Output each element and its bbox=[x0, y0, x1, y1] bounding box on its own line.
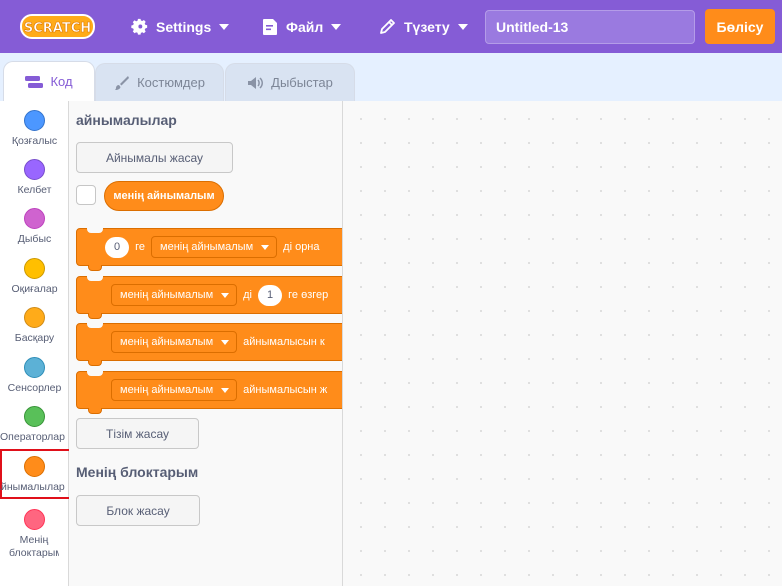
category-sensing[interactable]: Сенсорлер bbox=[0, 350, 69, 399]
file-label: Файл bbox=[286, 18, 324, 35]
variable-dropdown[interactable]: менің айнымалым bbox=[151, 236, 278, 258]
block-text: айнымалысын ж bbox=[243, 384, 328, 396]
gear-icon bbox=[131, 18, 148, 35]
make-block-button[interactable]: Блок жасау bbox=[76, 495, 200, 526]
block-bump bbox=[88, 265, 102, 271]
tab-costumes-label: Костюмдер bbox=[137, 75, 205, 90]
block-notch bbox=[87, 276, 103, 281]
settings-label: Settings bbox=[156, 18, 212, 35]
block-text: ді bbox=[243, 289, 253, 301]
block-bump bbox=[88, 360, 102, 366]
block-text: ді орна bbox=[283, 241, 320, 253]
hide-variable-block[interactable]: менің айнымалым айнымалысын ж bbox=[76, 371, 342, 414]
category-label: Айнымалылар bbox=[0, 481, 65, 493]
dropdown-label: менің айнымалым bbox=[120, 289, 214, 301]
dropdown-label: менің айнымалым bbox=[160, 241, 254, 253]
tab-code[interactable]: Код bbox=[3, 61, 95, 101]
block-text: айнымалысын к bbox=[243, 336, 325, 348]
make-list-button[interactable]: Тізім жасау bbox=[76, 418, 199, 449]
chevron-down-icon bbox=[221, 339, 230, 345]
my-blocks-heading: Менің блоктарым bbox=[76, 464, 199, 480]
category-my-blocks[interactable]: Менің блоктарым bbox=[0, 502, 69, 562]
menu-bar: SCRATCH Settings Файл Түзету Untitled-13… bbox=[0, 0, 782, 53]
variable-dropdown[interactable]: менің айнымалым bbox=[111, 284, 238, 306]
category-label: Операторлар bbox=[0, 431, 65, 443]
logo-text: SCRATCH bbox=[24, 21, 91, 36]
category-control[interactable]: Басқару bbox=[0, 300, 69, 349]
category-dot-icon bbox=[24, 208, 45, 229]
category-dot-icon bbox=[24, 159, 45, 180]
code-workspace[interactable] bbox=[343, 101, 782, 586]
make-variable-button[interactable]: Айнымалы жасау bbox=[76, 142, 233, 173]
show-variable-block[interactable]: менің айнымалым айнымалысын к bbox=[76, 323, 342, 366]
category-label: Менің блоктарым bbox=[9, 534, 59, 559]
variable-dropdown[interactable]: менің айнымалым bbox=[111, 331, 238, 353]
category-dot-icon bbox=[24, 357, 45, 378]
scratch-logo[interactable]: SCRATCH bbox=[20, 13, 95, 40]
category-dot-icon bbox=[24, 509, 45, 530]
variables-heading: айнымалылар bbox=[76, 112, 177, 128]
block-bump bbox=[88, 313, 102, 319]
category-dot-icon bbox=[24, 307, 45, 328]
speaker-icon bbox=[248, 76, 264, 89]
settings-menu[interactable]: Settings bbox=[131, 0, 230, 53]
variable-dropdown[interactable]: менің айнымалым bbox=[111, 379, 238, 401]
block-text: ге өзгер bbox=[288, 289, 329, 301]
category-dot-icon bbox=[24, 456, 45, 477]
code-blocks-icon bbox=[25, 75, 44, 88]
chevron-down-icon bbox=[221, 292, 230, 298]
dropdown-label: менің айнымалым bbox=[120, 384, 214, 396]
chevron-down-icon bbox=[221, 387, 230, 393]
category-label: Қозғалыс bbox=[11, 135, 58, 147]
pencil-icon bbox=[380, 19, 395, 34]
category-label: Сенсорлер bbox=[7, 382, 62, 394]
variable-monitor-checkbox[interactable] bbox=[76, 185, 96, 205]
paintbrush-icon bbox=[115, 75, 130, 90]
share-button[interactable]: Бөлісу bbox=[705, 9, 775, 44]
tab-costumes[interactable]: Костюмдер bbox=[95, 63, 224, 101]
edit-menu[interactable]: Түзету bbox=[379, 0, 468, 53]
change-variable-block[interactable]: менің айнымалым ді 1 ге өзгер bbox=[76, 276, 342, 319]
category-label: Дыбыс bbox=[17, 233, 52, 245]
project-title-input[interactable]: Untitled-13 bbox=[485, 10, 695, 44]
value-input[interactable]: 0 bbox=[105, 236, 130, 258]
file-menu[interactable]: Файл bbox=[262, 0, 342, 53]
editor-tabs: Код Костюмдер Дыбыстар bbox=[0, 53, 782, 101]
category-motion[interactable]: Қозғалыс bbox=[0, 103, 69, 152]
category-label: Оқиғалар bbox=[11, 283, 58, 295]
tab-code-label: Код bbox=[50, 74, 73, 89]
block-palette: айнымалылар Айнымалы жасау менің айнымал… bbox=[69, 101, 343, 586]
category-label: Басқару bbox=[14, 332, 55, 344]
chevron-down-icon bbox=[219, 23, 230, 30]
block-bump bbox=[88, 408, 102, 414]
set-variable-block[interactable]: 0 ге менің айнымалым ді орна bbox=[76, 228, 342, 271]
tab-sounds-label: Дыбыстар bbox=[271, 75, 333, 90]
dropdown-label: менің айнымалым bbox=[120, 336, 214, 348]
edit-label: Түзету bbox=[404, 18, 450, 35]
chevron-down-icon bbox=[457, 23, 468, 30]
category-operators[interactable]: Операторлар bbox=[0, 399, 69, 448]
block-notch bbox=[87, 323, 103, 328]
chevron-down-icon bbox=[261, 244, 270, 250]
category-variables[interactable]: Айнымалылар bbox=[0, 449, 72, 499]
category-dot-icon bbox=[24, 258, 45, 279]
file-icon bbox=[263, 18, 277, 35]
variable-reporter-block[interactable]: менің айнымалым bbox=[104, 181, 224, 211]
tab-sounds[interactable]: Дыбыстар bbox=[225, 63, 355, 101]
category-dot-icon bbox=[24, 406, 45, 427]
category-sound[interactable]: Дыбыс bbox=[0, 201, 69, 250]
category-events[interactable]: Оқиғалар bbox=[0, 251, 69, 300]
category-menu: Қозғалыс Келбет Дыбыс Оқиғалар Басқару С… bbox=[0, 101, 72, 586]
category-label: Келбет bbox=[17, 184, 52, 196]
value-input[interactable]: 1 bbox=[258, 284, 283, 306]
category-looks[interactable]: Келбет bbox=[0, 152, 69, 201]
chevron-down-icon bbox=[331, 23, 342, 30]
block-notch bbox=[87, 228, 103, 233]
block-text: ге bbox=[135, 241, 146, 253]
category-dot-icon bbox=[24, 110, 45, 131]
block-notch bbox=[87, 371, 103, 376]
